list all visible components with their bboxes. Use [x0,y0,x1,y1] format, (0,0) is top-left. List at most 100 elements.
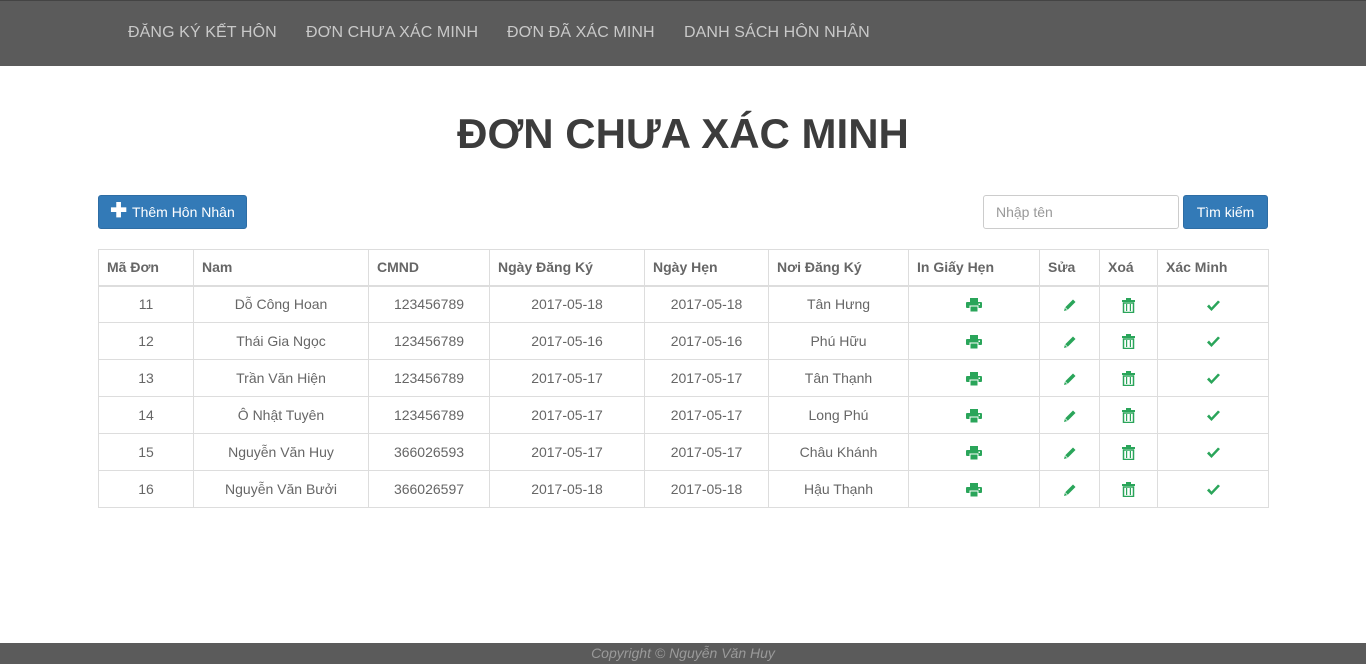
print-appointment-button[interactable] [966,335,982,350]
verify-button[interactable] [1206,410,1221,422]
footer: Copyright © Nguyễn Văn Huy [0,643,1366,664]
verify-button[interactable] [1206,484,1221,496]
edit-button[interactable] [1063,372,1077,386]
edit-cell [1039,396,1100,434]
trash-icon [1122,297,1135,316]
edit-cell [1039,322,1100,360]
nav-verified-applications[interactable]: ĐƠN ĐÃ XÁC MINH [507,24,655,42]
edit-button[interactable] [1063,298,1077,312]
registration-date-cell: 2017-05-16 [489,322,645,360]
header-registration-date: Ngày Đăng Ký [489,249,645,287]
print-appointment-button[interactable] [966,409,982,424]
header-groom-name: Nam [193,249,369,287]
registration-date-cell: 2017-05-18 [489,285,645,323]
registration-date-cell: 2017-05-17 [489,433,645,471]
pencil-icon [1063,447,1077,463]
nav-register-marriage[interactable]: ĐĂNG KÝ KẾT HÔN [128,24,277,42]
pencil-icon [1063,373,1077,389]
trash-icon [1122,334,1135,352]
id-card-cell: 123456789 [368,322,490,360]
check-icon [1206,299,1221,315]
print-icon [966,298,982,315]
table-row: 15 Nguyễn Văn Huy 366026593 2017-05-17 2017-… [98,433,1269,471]
table-row: 16 Nguyễn Văn Bưởi 366026597 2017-05-18 2017… [98,470,1269,508]
edit-cell [1039,359,1100,397]
edit-cell [1039,470,1100,508]
print-icon [966,483,982,500]
print-cell [908,470,1040,508]
print-cell [908,433,1040,471]
groom-name-cell: Nguyễn Văn Huy [193,433,369,471]
trash-icon [1122,445,1135,463]
application-id-cell: 11 [98,285,194,323]
applications-table: Mã Đơn Nam CMND Ngày Đăng Ký Ngày Hẹn Nơ… [98,249,1269,508]
print-cell [908,322,1040,360]
add-marriage-button[interactable]: ✚ Thêm Hôn Nhân [98,195,247,229]
id-card-cell: 123456789 [368,359,490,397]
nav-marriage-list[interactable]: DANH SÁCH HÔN NHÂN [684,24,870,42]
delete-button[interactable] [1122,482,1135,500]
edit-button[interactable] [1063,335,1077,349]
delete-button[interactable] [1122,408,1135,426]
registration-date-cell: 2017-05-17 [489,359,645,397]
delete-button[interactable] [1122,445,1135,463]
delete-cell [1099,470,1158,508]
print-appointment-button[interactable] [966,446,982,463]
print-appointment-button[interactable] [966,483,982,500]
header-registration-place: Nơi Đăng Ký [768,249,909,287]
edit-button[interactable] [1063,483,1077,497]
delete-button[interactable] [1122,297,1135,316]
check-icon [1206,483,1221,499]
table-row: 13 Trần Văn Hiện 123456789 2017-05-17 2017-0… [98,359,1269,397]
registration-place-cell: Phú Hữu [768,322,909,360]
delete-button[interactable] [1122,334,1135,352]
delete-cell [1099,285,1158,323]
verify-button[interactable] [1206,336,1221,348]
delete-cell [1099,359,1158,397]
edit-button[interactable] [1063,446,1077,460]
delete-cell [1099,433,1158,471]
header-verify: Xác Minh [1157,249,1269,287]
print-appointment-button[interactable] [966,298,982,315]
verify-cell [1157,470,1269,508]
header-appointment-date: Ngày Hẹn [644,249,769,287]
verify-cell [1157,396,1269,434]
table-body: 11 Dỗ Công Hoan 123456789 2017-05-18 2017-05… [98,285,1269,508]
header-edit: Sửa [1039,249,1100,287]
table-row: 12 Thái Gia Ngọc 123456789 2017-05-16 2017-0… [98,322,1269,360]
verify-button[interactable] [1206,373,1221,385]
copyright-text: Copyright © Nguyễn Văn Huy [591,645,775,661]
edit-button[interactable] [1063,409,1077,423]
registration-date-cell: 2017-05-17 [489,396,645,434]
application-id-cell: 15 [98,433,194,471]
print-icon [966,446,982,463]
edit-cell [1039,285,1100,323]
appointment-date-cell: 2017-05-17 [644,433,769,471]
search-button[interactable]: Tìm kiếm [1183,195,1268,229]
verify-cell [1157,322,1269,360]
appointment-date-cell: 2017-05-16 [644,322,769,360]
header-application-id: Mã Đơn [98,249,194,287]
table-row: 14 Ô Nhật Tuyên 123456789 2017-05-17 2017-05… [98,396,1269,434]
search-input[interactable] [983,195,1179,229]
check-icon [1206,446,1221,462]
check-icon [1206,372,1221,388]
verify-button[interactable] [1206,447,1221,459]
groom-name-cell: Trần Văn Hiện [193,359,369,397]
delete-button[interactable] [1122,371,1135,387]
verify-button[interactable] [1206,300,1221,312]
verify-cell [1157,433,1269,471]
check-icon [1206,335,1221,351]
nav-unverified-applications[interactable]: ĐƠN CHƯA XÁC MINH [306,24,478,42]
id-card-cell: 366026597 [368,470,490,508]
print-appointment-button[interactable] [966,372,982,387]
trash-icon [1122,482,1135,500]
pencil-icon [1063,336,1077,352]
groom-name-cell: Ô Nhật Tuyên [193,396,369,434]
id-card-cell: 123456789 [368,396,490,434]
trash-icon [1122,408,1135,426]
appointment-date-cell: 2017-05-18 [644,470,769,508]
id-card-cell: 366026593 [368,433,490,471]
application-id-cell: 14 [98,396,194,434]
application-id-cell: 12 [98,322,194,360]
